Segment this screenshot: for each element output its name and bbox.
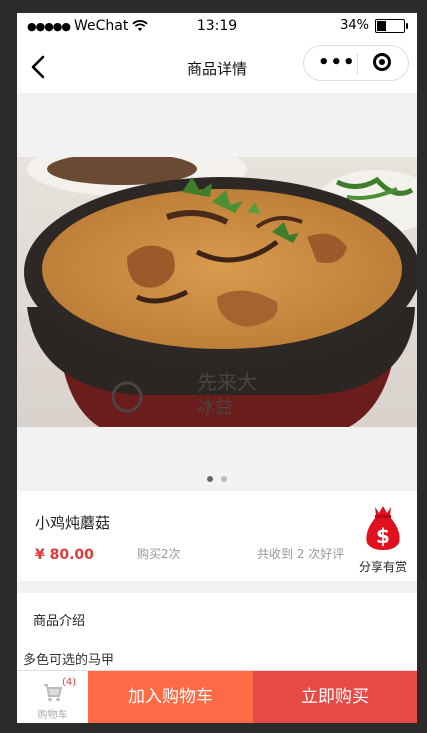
review-count: 共收到 2 次好评 xyxy=(257,547,345,561)
cart-count-badge: (4) xyxy=(62,677,77,688)
svg-text:先来大: 先来大 xyxy=(197,370,257,394)
shopping-cart-icon xyxy=(44,684,63,702)
more-options-icon[interactable]: ••• xyxy=(318,54,356,72)
carousel-dot[interactable] xyxy=(207,476,213,482)
bottom-action-bar: (4) 购物车 加入购物车 立即购买 xyxy=(17,670,417,723)
status-bar: ●●●●● WeChat 13:19 34% xyxy=(17,13,417,41)
miniprogram-capsule: ••• xyxy=(303,45,409,81)
cart-label: 购物车 xyxy=(37,710,68,721)
product-name: 小鸡炖蘑菇 xyxy=(35,514,111,532)
intro-text: 多色可选的马甲 xyxy=(23,653,115,668)
share-reward-button[interactable]: $ 分享有赏 xyxy=(353,503,413,574)
product-photo: 先来大 冰益 xyxy=(17,157,417,427)
money-bag-icon: $ xyxy=(366,506,400,550)
product-price: ¥ 80.00 xyxy=(35,547,94,563)
carousel-indicators xyxy=(17,476,417,482)
battery-percent: 34% xyxy=(340,18,369,33)
phone-screen: ●●●●● WeChat 13:19 34% 商品详情 ••• 先来大 冰益 小… xyxy=(17,13,417,723)
purchase-count: 购买2次 xyxy=(137,547,181,561)
intro-title: 商品介绍 xyxy=(33,614,86,629)
svg-text:$: $ xyxy=(376,524,390,548)
close-miniprogram-icon[interactable] xyxy=(373,53,391,71)
battery-icon xyxy=(375,18,408,33)
navigation-bar: 商品详情 ••• xyxy=(17,41,417,93)
svg-text:冰益: 冰益 xyxy=(197,397,233,418)
add-to-cart-button[interactable]: 加入购物车 xyxy=(88,671,253,723)
product-image-carousel[interactable]: 先来大 冰益 xyxy=(17,93,417,491)
share-reward-label: 分享有赏 xyxy=(358,560,407,574)
cart-button[interactable]: (4) 购物车 xyxy=(17,671,88,723)
product-intro: 商品介绍 多色可选的马甲 xyxy=(17,593,417,673)
product-info: 小鸡炖蘑菇 ¥ 80.00 购买2次 共收到 2 次好评 $ 分享有赏 xyxy=(17,491,417,581)
buy-now-button[interactable]: 立即购买 xyxy=(253,671,417,723)
carousel-dot[interactable] xyxy=(221,476,227,482)
